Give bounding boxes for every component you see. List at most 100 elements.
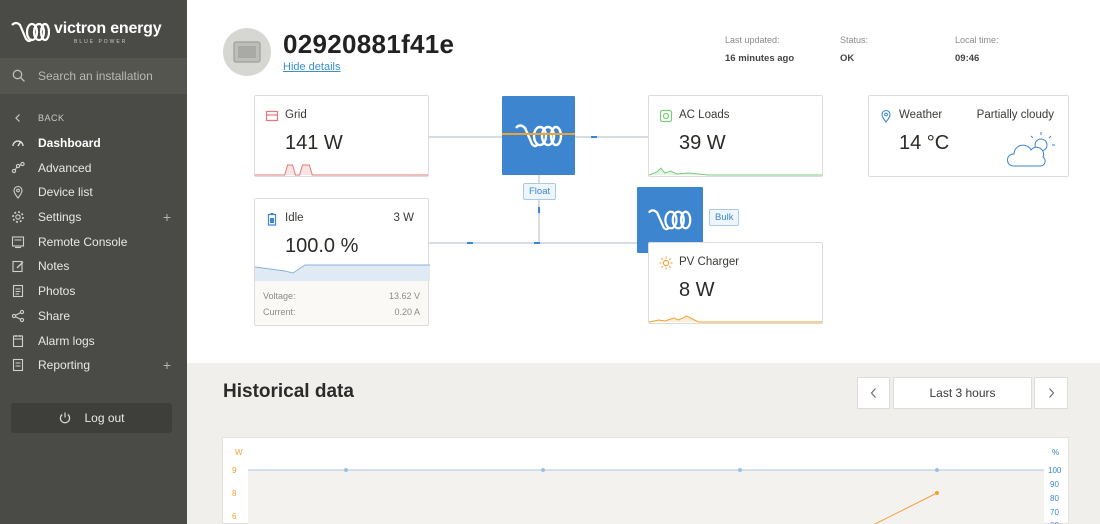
right-tick: 90	[1050, 480, 1059, 489]
chevron-right-icon	[1049, 388, 1055, 398]
right-tick: 100	[1048, 466, 1062, 475]
pv-charger-card[interactable]: PV Charger 8 W	[648, 242, 823, 324]
sidebar-item-notes[interactable]: Notes	[0, 254, 187, 279]
sidebar-item-label: Reporting	[38, 358, 91, 373]
hide-details-link[interactable]: Hide details	[283, 61, 340, 73]
last-updated-label: Last updated:	[725, 35, 780, 45]
sidebar-item-label: Device list	[38, 185, 93, 200]
voltage-value: 13.62 V	[388, 291, 420, 301]
expand-plus-icon[interactable]: +	[163, 209, 171, 225]
brand-logo[interactable]: victron energy BLUE POWER	[10, 14, 180, 50]
weather-title: Weather	[899, 109, 943, 121]
sidebar-item-label: Advanced	[38, 160, 92, 175]
device-icon	[233, 41, 261, 63]
right-axis-unit: %	[1052, 448, 1060, 457]
console-icon	[11, 235, 25, 249]
range-select[interactable]: Last 3 hours	[893, 377, 1032, 409]
search-input[interactable]	[38, 69, 168, 83]
logout-button[interactable]: Log out	[11, 403, 172, 433]
sidebar-item-photos[interactable]: Photos	[0, 279, 187, 304]
solar-state-badge: Bulk	[709, 209, 740, 226]
flow-dot	[538, 207, 540, 213]
notes-icon	[11, 259, 25, 273]
battery-power: 3 W	[393, 212, 414, 224]
ac-loads-sparkline	[649, 167, 822, 176]
gear-icon	[11, 210, 25, 224]
grid-icon	[265, 110, 279, 122]
historical-chart: W 9 8 6 % 100 90 80 70 60	[222, 437, 1069, 524]
status: Status: OK	[840, 35, 868, 64]
voltage-label: Voltage:	[263, 291, 296, 301]
expand-plus-icon[interactable]: +	[163, 357, 171, 373]
sidebar-item-dashboard[interactable]: Dashboard	[0, 131, 187, 156]
inverter-divider	[502, 133, 575, 135]
last-updated-value: 16 minutes ago	[725, 53, 795, 64]
brand-name: victron energy	[54, 19, 162, 37]
location-pin-icon	[11, 185, 25, 200]
connector-line	[429, 136, 502, 138]
battery-soc: 100.0 %	[285, 235, 359, 257]
inverter-state-badge: Float	[523, 183, 557, 200]
flow-dot	[534, 242, 540, 244]
sidebar-item-label: Settings	[38, 210, 82, 225]
sidebar-item-label: Notes	[38, 259, 70, 274]
right-tick: 80	[1050, 494, 1059, 503]
partly-cloudy-icon	[1007, 132, 1055, 167]
sidebar-item-device-list[interactable]: Device list	[0, 180, 187, 205]
location-pin-icon	[881, 109, 891, 123]
alarm-logs-icon	[11, 334, 25, 348]
current-value: 0.20 A	[394, 307, 420, 317]
sidebar-item-remote-console[interactable]: Remote Console	[0, 229, 187, 254]
sidebar: victron energy BLUE POWER BACK Dashboard	[0, 0, 187, 524]
pv-charger-title: PV Charger	[679, 256, 740, 268]
chevron-left-icon	[870, 388, 876, 398]
battery-title: Idle	[285, 212, 304, 224]
sidebar-item-label: Dashboard	[38, 136, 101, 151]
prev-range-button[interactable]	[857, 377, 890, 409]
weather-card[interactable]: Weather Partially cloudy 14 °C	[868, 95, 1069, 177]
next-range-button[interactable]	[1034, 377, 1068, 409]
chevron-left-icon	[11, 111, 25, 125]
pv-charger-sparkline	[649, 315, 822, 323]
right-tick: 70	[1050, 508, 1059, 517]
victron-logo-icon	[514, 123, 562, 147]
search-icon	[12, 69, 25, 82]
ac-loads-title: AC Loads	[679, 109, 730, 121]
last-updated: Last updated: 16 minutes ago	[725, 35, 794, 64]
sidebar-item-label: Share	[38, 308, 71, 323]
reporting-icon	[11, 358, 25, 372]
sidebar-item-settings[interactable]: Settings +	[0, 205, 187, 230]
sidebar-item-advanced[interactable]: Advanced	[0, 155, 187, 180]
left-tick: 8	[232, 489, 237, 498]
current-label: Current:	[263, 307, 296, 317]
historical-title: Historical data	[223, 381, 354, 402]
sidebar-item-label: Alarm logs	[38, 333, 95, 348]
ac-loads-card[interactable]: AC Loads 39 W	[648, 95, 823, 177]
sidebar-item-reporting[interactable]: Reporting +	[0, 353, 187, 378]
sun-icon	[659, 256, 673, 270]
weather-condition: Partially cloudy	[976, 109, 1054, 121]
device-avatar	[223, 28, 271, 76]
logout-label: Log out	[84, 411, 125, 425]
local-time-value: 09:46	[955, 53, 980, 64]
status-value: OK	[840, 53, 855, 64]
inverter-block[interactable]	[502, 96, 575, 175]
victron-logo-icon	[11, 21, 50, 43]
sidebar-item-alarm-logs[interactable]: Alarm logs	[0, 328, 187, 353]
sidebar-item-share[interactable]: Share	[0, 304, 187, 329]
share-icon	[11, 309, 25, 323]
power-icon	[60, 412, 71, 424]
weather-temperature: 14 °C	[899, 132, 950, 154]
sidebar-item-label: Remote Console	[38, 234, 128, 249]
back-link[interactable]: BACK	[0, 106, 187, 131]
connector-line	[575, 136, 649, 138]
local-time: Local time: 09:46	[955, 35, 999, 64]
victron-logo-icon	[647, 209, 692, 231]
left-axis-unit: W	[235, 448, 243, 457]
back-label: BACK	[38, 113, 65, 124]
status-label: Status:	[840, 35, 869, 45]
flow-dot	[591, 136, 597, 138]
battery-card[interactable]: Idle 3 W 100.0 % Voltage: 13.62 V Curren…	[254, 198, 430, 326]
photos-icon	[11, 284, 25, 298]
grid-card[interactable]: Grid 141 W	[254, 95, 429, 177]
